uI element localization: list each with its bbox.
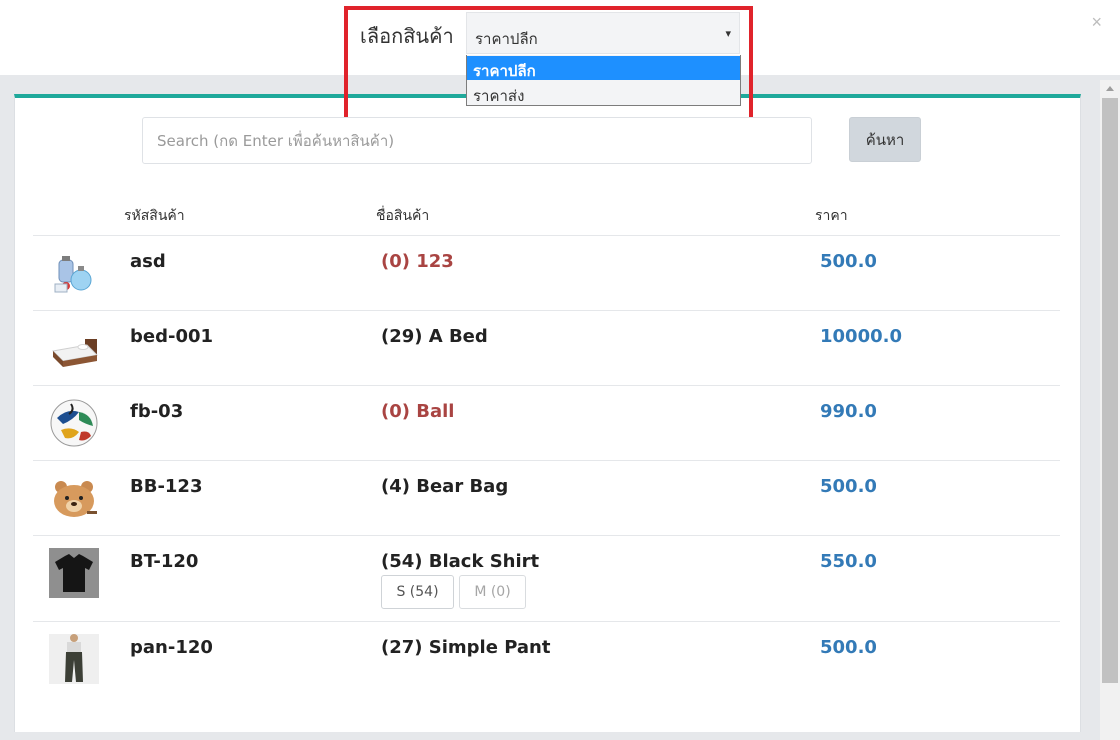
black-shirt-thumbnail	[49, 548, 99, 598]
price-type-dropdown-list: ราคาปลีก ราคาส่ง	[466, 55, 741, 106]
scrollbar-thumb[interactable]	[1102, 98, 1118, 683]
product-code: asd	[130, 251, 166, 272]
column-header-name: ชื่อสินค้า	[376, 208, 430, 224]
product-name[interactable]: (0) 123	[381, 251, 454, 272]
product-name[interactable]: (54) Black Shirt	[381, 551, 539, 572]
product-code: bed-001	[130, 326, 214, 347]
vertical-scrollbar[interactable]	[1100, 80, 1120, 740]
football-thumbnail	[50, 399, 98, 447]
price-type-selected-value: ราคาปลีก	[475, 30, 538, 48]
column-header-price: ราคา	[815, 208, 848, 224]
variant-button-size-m[interactable]: M (0)	[459, 575, 526, 609]
product-name[interactable]: (0) Ball	[381, 401, 454, 422]
scroll-up-arrow-icon[interactable]	[1100, 82, 1120, 94]
variant-button-size-s[interactable]: S (54)	[381, 575, 454, 609]
close-icon[interactable]: ×	[1091, 12, 1102, 33]
table-row[interactable]: pan-120 (27) Simple Pant 500.0	[33, 622, 1060, 697]
bear-bag-thumbnail	[54, 481, 97, 517]
table-row[interactable]: BT-120 (54) Black Shirt 550.0 S (54) M (…	[33, 536, 1060, 622]
table-row[interactable]: bed-001 (29) A Bed 10000.0	[33, 311, 1060, 386]
table-row[interactable]: asd (0) 123 500.0	[33, 236, 1060, 311]
product-code: BT-120	[130, 551, 199, 572]
bed-thumbnail	[51, 339, 99, 367]
product-price: 500.0	[820, 637, 877, 658]
product-name[interactable]: (29) A Bed	[381, 326, 488, 347]
search-button[interactable]: ค้นหา	[849, 117, 921, 162]
select-product-label: เลือกสินค้า	[360, 24, 454, 48]
product-name[interactable]: (4) Bear Bag	[381, 476, 508, 497]
perfume-bottles-thumbnail	[54, 256, 92, 293]
search-input[interactable]	[142, 117, 812, 164]
product-code: pan-120	[130, 637, 213, 658]
product-code: BB-123	[130, 476, 203, 497]
chevron-down-icon: ▾	[725, 27, 731, 40]
product-price: 500.0	[820, 251, 877, 272]
column-header-code: รหัสสินค้า	[124, 208, 185, 224]
product-price: 550.0	[820, 551, 877, 572]
product-price: 10000.0	[820, 326, 902, 347]
table-row[interactable]: fb-03 (0) Ball 990.0	[33, 386, 1060, 461]
product-name[interactable]: (27) Simple Pant	[381, 637, 550, 658]
dropdown-option-retail[interactable]: ราคาปลีก	[467, 56, 740, 80]
product-price: 990.0	[820, 401, 877, 422]
product-code: fb-03	[130, 401, 184, 422]
product-price: 500.0	[820, 476, 877, 497]
table-row[interactable]: BB-123 (4) Bear Bag 500.0	[33, 461, 1060, 536]
dropdown-option-wholesale[interactable]: ราคาส่ง	[467, 81, 740, 105]
pants-thumbnail	[49, 634, 99, 684]
price-type-select[interactable]: ราคาปลีก ▾	[466, 12, 740, 54]
